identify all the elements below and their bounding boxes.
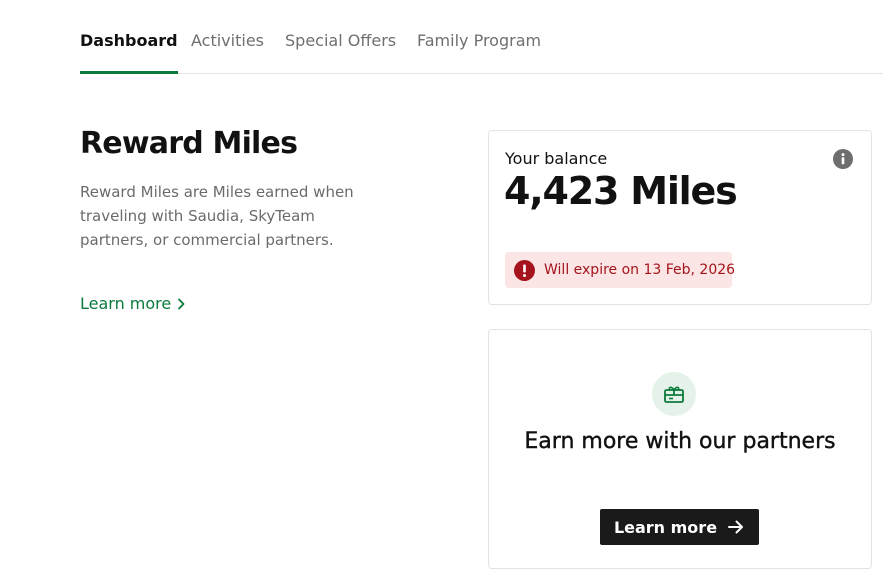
partners-title: Earn more with our partners — [524, 429, 836, 454]
learn-more-link-label: Learn more — [80, 294, 172, 313]
balance-value: 4,423 Miles — [504, 169, 738, 213]
tab-bar: Dashboard Activities Special Offers Fami… — [80, 0, 883, 74]
partners-card: Earn more with our partners Learn more — [488, 329, 872, 569]
expiry-text: Will expire on 13 Feb, 2026 — [544, 262, 736, 278]
partners-learn-more-button[interactable]: Learn more — [600, 509, 759, 545]
tab-family-program[interactable]: Family Program — [417, 31, 541, 73]
partners-learn-more-label: Learn more — [613, 517, 718, 537]
tab-special-offers[interactable]: Special Offers — [285, 31, 396, 73]
page-title: Reward Miles — [80, 126, 298, 161]
balance-label: Your balance — [505, 149, 608, 168]
alert-icon — [514, 259, 535, 281]
tab-activities[interactable]: Activities — [191, 31, 264, 73]
gift-card-icon — [664, 386, 684, 403]
balance-card: Your balance 4,423 Miles Will expire on … — [488, 130, 872, 305]
reward-miles-description: Reward Miles are Miles earned when trave… — [80, 183, 354, 249]
arrow-right-icon — [728, 520, 744, 534]
chevron-right-icon — [178, 298, 185, 309]
expiry-warning: Will expire on 13 Feb, 2026 — [505, 252, 736, 288]
tab-dashboard[interactable]: Dashboard — [80, 31, 178, 74]
gift-card-icon-badge — [652, 372, 696, 416]
learn-more-link[interactable]: Learn more — [80, 294, 185, 313]
info-icon[interactable] — [833, 149, 853, 169]
